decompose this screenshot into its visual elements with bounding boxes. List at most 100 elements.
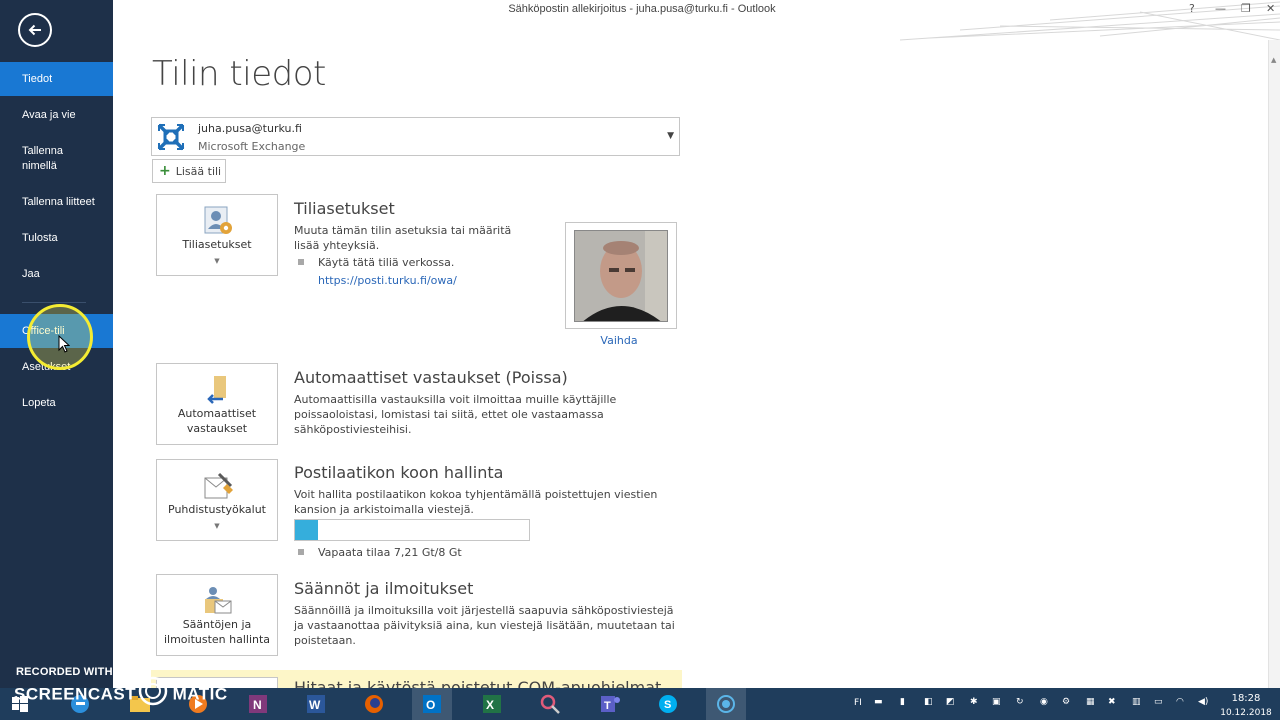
profile-photo-frame — [565, 222, 677, 329]
watermark-recorded-with: RECORDED WITH — [16, 666, 113, 678]
minimize-button[interactable]: — — [1215, 2, 1226, 15]
svg-text:T: T — [604, 700, 611, 712]
nav-label: Tiedot — [22, 73, 53, 85]
tile-label-line2: vastaukset — [186, 422, 248, 435]
nav-save-attachments[interactable]: Tallenna liitteet — [0, 195, 113, 210]
section-title: Postilaatikon koon hallinta — [294, 463, 504, 482]
add-account-button[interactable]: + Lisää tili — [152, 159, 226, 183]
chevron-down-icon: ▼ — [214, 522, 220, 530]
taskbar-screencast[interactable] — [706, 688, 746, 720]
nav-save-as[interactable]: Tallenna nimellä — [0, 144, 90, 174]
tile-label: Puhdistustyökalut — [168, 503, 266, 516]
chevron-down-icon: ▼ — [214, 257, 220, 265]
section-title: Säännöt ja ilmoitukset — [294, 579, 474, 598]
account-settings-icon — [204, 206, 232, 234]
profile-photo — [574, 230, 668, 322]
tray-security-icon[interactable]: ✖ — [1108, 697, 1116, 707]
use-account-online-text: Käytä tätä tiliä verkossa. — [318, 256, 455, 269]
com-addins-banner: Hitaat ja käytöstä poistetut COM-apuohje… — [151, 670, 682, 688]
rules-alerts-icon — [205, 587, 232, 614]
taskbar-onenote[interactable]: N — [238, 688, 278, 720]
svg-text:O: O — [426, 698, 435, 712]
taskbar-skype[interactable]: S — [648, 688, 688, 720]
section-title: Automaattiset vastaukset (Poissa) — [294, 368, 568, 387]
tray-office-icon[interactable]: ◩ — [946, 697, 955, 707]
mailbox-usage-fill — [295, 520, 319, 540]
svg-text:X: X — [486, 698, 494, 712]
add-account-label: Lisää tili — [175, 164, 222, 178]
tray-sync-icon[interactable]: ↻ — [1016, 697, 1024, 707]
nav-exit[interactable]: Lopeta — [0, 396, 113, 411]
close-button[interactable]: ✕ — [1266, 2, 1275, 15]
svg-text:S: S — [664, 699, 671, 711]
tray-box-icon[interactable]: ▬ — [874, 697, 883, 707]
tile-label-line2: ilmoitusten hallinta — [163, 633, 271, 646]
account-settings-tile[interactable]: Tiliasetukset ▼ — [156, 194, 278, 276]
change-photo-link[interactable]: Vaihda — [565, 334, 673, 347]
tray-chrome-icon[interactable]: ◉ — [1040, 697, 1048, 707]
language-indicator[interactable]: FI — [854, 698, 862, 708]
nav-open-export[interactable]: Avaa ja vie — [0, 108, 113, 123]
tray-app-icon[interactable]: ◧ — [924, 697, 933, 707]
section-title: Tiliasetukset — [294, 199, 395, 218]
back-arrow-icon — [28, 24, 41, 36]
taskbar-snipping[interactable] — [530, 688, 570, 720]
skype-icon: S — [659, 695, 677, 713]
watermark-screencast: SCREENCAST MATIC — [14, 676, 228, 707]
volume-icon[interactable]: ◀) — [1198, 697, 1208, 707]
wifi-icon[interactable]: ◠ — [1176, 697, 1184, 707]
svg-text:N: N — [253, 698, 262, 712]
tray-display-icon[interactable]: ▣ — [992, 697, 1001, 707]
account-dropdown[interactable]: juha.pusa@turku.fi Microsoft Exchange ▼ — [151, 117, 680, 156]
back-button[interactable] — [18, 13, 52, 47]
free-space-text: Vapaata tilaa 7,21 Gt/8 Gt — [318, 546, 462, 559]
outlook-backstage-window: Tiedot Avaa ja vie Tallenna nimellä Tall… — [0, 0, 1280, 720]
taskbar-word[interactable]: W — [296, 688, 336, 720]
owa-link[interactable]: https://posti.turku.fi/owa/ — [318, 274, 457, 287]
outlook-icon: O — [423, 695, 441, 713]
help-button[interactable]: ? — [1189, 2, 1195, 15]
section-description: Muuta tämän tilin asetuksia tai määritä … — [294, 224, 512, 252]
tray-settings-icon[interactable]: ⚙ — [1062, 697, 1070, 707]
word-icon: W — [307, 695, 325, 713]
nav-divider — [22, 302, 86, 303]
bullet-icon — [298, 549, 304, 555]
scroll-up-icon[interactable]: ▲ — [1271, 56, 1276, 64]
battery-icon[interactable]: ▭ — [1154, 697, 1163, 707]
taskbar-excel[interactable]: X — [472, 688, 512, 720]
mailbox-usage-bar — [294, 519, 530, 541]
excel-icon: X — [483, 695, 501, 713]
nav-label: Tallenna nimellä — [22, 145, 63, 172]
rules-alerts-tile[interactable]: Sääntöjen ja ilmoitusten hallinta — [156, 574, 278, 656]
taskbar-teams[interactable]: T — [590, 688, 630, 720]
tray-ms-icon[interactable]: ▦ — [1086, 697, 1095, 707]
cleanup-tools-icon — [204, 472, 233, 499]
nav-info[interactable]: Tiedot — [0, 62, 113, 96]
account-email: juha.pusa@turku.fi — [198, 122, 302, 135]
tile-label-line1: Automaattiset — [177, 407, 257, 420]
vertical-scrollbar[interactable] — [1268, 40, 1280, 688]
auto-replies-tile[interactable]: Automaattiset vastaukset — [156, 363, 278, 445]
svg-text:W: W — [309, 698, 321, 712]
nav-share[interactable]: Jaa — [0, 267, 113, 282]
cleanup-tools-tile[interactable]: Puhdistustyökalut ▼ — [156, 459, 278, 541]
section-description: Automaattisilla vastauksilla voit ilmoit… — [294, 393, 617, 436]
nav-print[interactable]: Tulosta — [0, 231, 113, 246]
tray-network-icon[interactable]: ▥ — [1132, 697, 1141, 707]
watermark-word-2: MATIC — [172, 684, 228, 704]
clock-time[interactable]: 18:28 — [1222, 693, 1270, 704]
taskbar-outlook[interactable]: O — [412, 688, 452, 720]
nav-label: Lopeta — [22, 397, 56, 409]
restore-button[interactable]: ❐ — [1241, 2, 1251, 15]
nav-label: Tallenna liitteet — [22, 196, 95, 208]
tray-folder-icon[interactable]: ▮ — [900, 697, 905, 707]
screencast-logo-icon — [139, 676, 168, 706]
taskbar-firefox[interactable] — [354, 688, 394, 720]
section-title: Hitaat ja käytöstä poistetut COM-apuohje… — [294, 678, 662, 688]
nav-label: Tulosta — [22, 232, 58, 244]
nav-label: Jaa — [22, 268, 40, 280]
bluetooth-icon[interactable]: ✱ — [970, 697, 978, 707]
snipping-tool-icon — [540, 694, 560, 714]
account-type: Microsoft Exchange — [198, 140, 306, 153]
clock-date[interactable]: 10.12.2018 — [1218, 708, 1274, 718]
